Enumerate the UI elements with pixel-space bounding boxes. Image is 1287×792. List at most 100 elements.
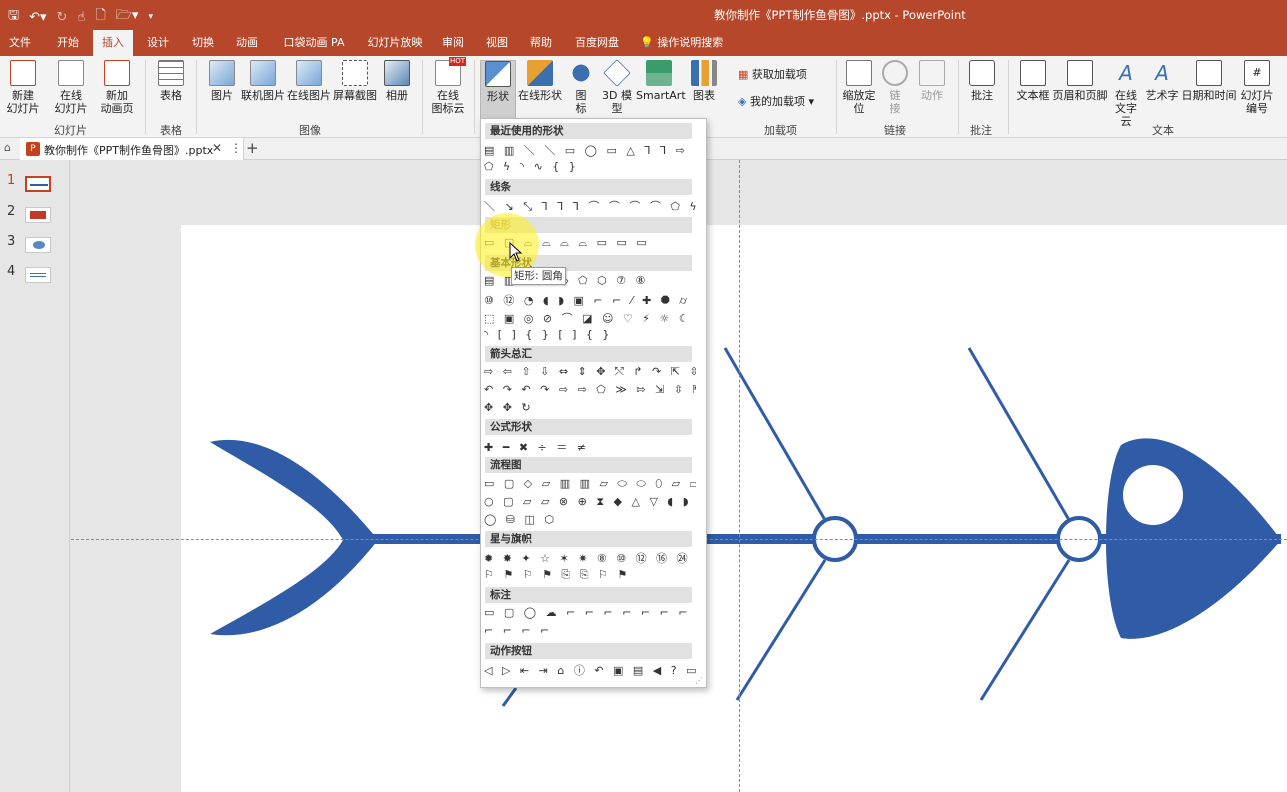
open-file-icon[interactable]: 🗁▾: [116, 6, 139, 28]
wordart-button[interactable]: A 艺术字: [1144, 60, 1180, 102]
get-addins-button[interactable]: ▦ 获取加载项: [738, 68, 828, 81]
tab-animations[interactable]: 动画: [227, 30, 267, 56]
shape-row-stars-2[interactable]: ⚐ ⚑ ⚐ ⚑ ⎘ ⎘ ⚐ ⚑: [484, 568, 696, 584]
shape-row-stars-1[interactable]: ✹ ✸ ✦ ☆ ✶ ✷ ⑧ ⑩ ⑫ ⑯ ㉔ ㉜: [484, 550, 696, 566]
shape-row-callouts-2[interactable]: ⌐ ⌐ ⌐ ⌐: [484, 624, 696, 640]
tab-home[interactable]: 开始: [48, 30, 88, 56]
shape-row-actions-1[interactable]: ◁ ▷ ⇤ ⇥ ⌂ ⓘ ↶ ▣ ▤ ◀ ? ▭: [484, 662, 696, 678]
smartart-label: SmartArt: [636, 89, 686, 102]
tab-design[interactable]: 设计: [138, 30, 178, 56]
redo-icon[interactable]: ↻: [57, 10, 68, 25]
comment-label: 批注: [971, 89, 993, 102]
document-tab[interactable]: P 教你制作《PPT制作鱼骨图》.pptx ✕ ⋮: [20, 138, 244, 160]
fish-bone-lower-0[interactable]: [501, 687, 518, 707]
category-recent: 最近使用的形状: [485, 123, 692, 139]
shape-row-flowchart-3[interactable]: ◯ ⛁ ◫ ⬡: [484, 513, 696, 529]
close-tab-icon[interactable]: ✕: [212, 141, 222, 155]
3d-model-button[interactable]: 3D 模 型: [600, 59, 634, 115]
online-icon-cloud-button[interactable]: HOT 在线 图标云: [428, 57, 468, 115]
group-divider: [474, 60, 475, 134]
shape-row-callouts-1[interactable]: ▭ ▢ ◯ ☁ ⌐ ⌐ ⌐ ⌐ ⌐ ⌐ ⌐ ⌐: [484, 606, 696, 622]
action-label: 动作: [921, 89, 943, 102]
icons-icon: [568, 60, 594, 86]
fish-tail-shape[interactable]: [210, 439, 378, 636]
online-picture-button[interactable]: 联机图片: [241, 60, 285, 102]
slide-number-label: 幻灯片 编号: [1240, 89, 1274, 115]
online-shapes-button[interactable]: 在线形状: [518, 60, 562, 102]
datetime-button[interactable]: 日期和时间: [1181, 60, 1237, 102]
3d-model-label: 3D 模 型: [602, 89, 632, 115]
online-picture2-button[interactable]: 在线图片: [287, 60, 331, 102]
online-text-cloud-button[interactable]: A 在线 文字云: [1110, 60, 1142, 128]
fish-bone-upper-1[interactable]: [723, 347, 827, 521]
my-addins-button[interactable]: ◈ 我的加载项 ▾: [738, 95, 828, 108]
undo-icon[interactable]: ↶▾: [29, 10, 46, 25]
category-lines: 线条: [485, 179, 692, 195]
comment-button[interactable]: 批注: [966, 60, 998, 102]
zoom-button[interactable]: 缩放定 位: [842, 60, 876, 115]
calendar-icon: [1196, 60, 1222, 86]
vertical-guide-line[interactable]: [739, 160, 740, 792]
tab-file[interactable]: 文件: [0, 30, 40, 56]
tab-pocket-animation[interactable]: 口袋动画 PA: [281, 30, 347, 56]
slide-thumbnail-4[interactable]: [25, 267, 51, 283]
picture-button[interactable]: 图片: [205, 60, 239, 102]
action-icon: [919, 60, 945, 86]
resize-grip-icon[interactable]: ⋰: [695, 676, 703, 685]
tell-me-search[interactable]: 💡 操作说明搜索: [640, 30, 723, 56]
shape-row-flowchart-1[interactable]: ▭ ▢ ◇ ▱ ▥ ▥ ▱ ⬭ ⬭ ⬯ ▱ ⏢: [484, 477, 696, 493]
slide-thumbnail-2[interactable]: [25, 207, 51, 223]
chart-button[interactable]: 图表: [688, 60, 720, 102]
new-file-icon[interactable]: 🗋: [95, 6, 105, 28]
fish-bone-lower-1[interactable]: [735, 559, 827, 701]
tab-baidu-netdisk[interactable]: 百度网盘: [571, 30, 623, 56]
tab-insert[interactable]: 插入: [93, 30, 133, 56]
shape-row-arrows-2[interactable]: ↶ ↷ ↶ ↷ ⇨ ⇨ ⬠ ≫ ⇰ ⇲ ⇳ ⇱: [484, 383, 696, 399]
tab-slideshow[interactable]: 幻灯片放映: [362, 30, 428, 56]
album-label: 相册: [386, 89, 408, 102]
fish-bone-lower-2[interactable]: [979, 559, 1071, 701]
shape-row-flowchart-2[interactable]: ○ ▢ ▱ ▱ ⊗ ⊕ ⧗ ◆ △ ▽ ◖ ◗: [484, 495, 696, 511]
screenshot-label: 屏幕截图: [333, 89, 377, 102]
shape-row-basic-4[interactable]: ◝ [ ] { } [ ] { }: [484, 328, 696, 344]
tab-more-icon[interactable]: ⋮: [230, 141, 242, 155]
smartart-button[interactable]: SmartArt: [636, 60, 686, 102]
icon-cloud-icon: HOT: [435, 57, 466, 86]
shape-row-arrows-1[interactable]: ⇨ ⇦ ⇧ ⇩ ⇔ ⇕ ✥ ⤲ ↱ ↷ ⇱ ⇳: [484, 365, 696, 381]
tab-view[interactable]: 视图: [477, 30, 517, 56]
fish-bone-upper-2[interactable]: [967, 347, 1071, 521]
category-action-buttons: 动作按钮: [485, 643, 692, 659]
new-anim-page-button[interactable]: 新加 动画页: [98, 60, 136, 115]
new-slide-button[interactable]: 新建 幻灯片: [4, 60, 42, 115]
textbox-button[interactable]: 文本框: [1016, 60, 1050, 102]
shape-row-lines-1[interactable]: ＼ ↘ ⤡ ⅂ ⅂ ⅂ ⌒ ⌒ ⌒ ⌒ ⬠ ϟ: [484, 198, 696, 214]
tab-transitions[interactable]: 切换: [183, 30, 223, 56]
home-tab-icon[interactable]: ⌂: [4, 141, 11, 154]
add-tab-icon[interactable]: +: [246, 139, 259, 157]
slide-thumbnail-3[interactable]: [25, 237, 51, 253]
shape-row-arrows-3[interactable]: ✥ ✥ ↻: [484, 401, 696, 417]
slide-thumbnail-1[interactable]: [25, 176, 51, 192]
shape-row-basic-2[interactable]: ⑩ ⑫ ◔ ◖ ◗ ▣ ⌐ ⌐ ⁄ ✚ ⯃ ⌭: [484, 292, 696, 308]
camera-icon: [342, 60, 368, 86]
touch-mode-icon[interactable]: ☝: [77, 10, 85, 25]
save-icon[interactable]: 🖫: [8, 6, 19, 28]
shape-row-recent-1[interactable]: ▤ ▥ ＼ ＼ ▭ ◯ ▭ △ ⅂ ⅂ ⇨ ⇩: [484, 142, 696, 158]
shapes-button[interactable]: 形状: [480, 60, 516, 122]
customize-qat-icon[interactable]: ▾: [148, 12, 153, 22]
online-slide-button[interactable]: 在线 幻灯片: [52, 60, 90, 115]
tab-review[interactable]: 审阅: [433, 30, 473, 56]
slide-number-button[interactable]: # 幻灯片 编号: [1238, 60, 1276, 115]
shape-row-equation-1[interactable]: ✚ ━ ✖ ÷ ＝ ≠: [484, 439, 696, 455]
icons-button[interactable]: 图 标: [566, 60, 596, 115]
tab-help[interactable]: 帮助: [521, 30, 561, 56]
table-button[interactable]: 表格: [156, 60, 186, 102]
shape-row-recent-2[interactable]: ⬠ ϟ ◝ ∿ { }: [484, 160, 696, 176]
cube-icon: [603, 59, 631, 87]
action-button[interactable]: 动作: [916, 60, 948, 102]
album-button[interactable]: 相册: [380, 60, 414, 102]
header-footer-button[interactable]: 页眉和页脚: [1052, 60, 1108, 102]
screenshot-button[interactable]: 屏幕截图: [333, 60, 377, 102]
shape-row-basic-3[interactable]: ⬚ ▣ ◎ ⊘ ⌒ ◪ ☺ ♡ ⚡ ☼ ☾ ☁: [484, 310, 696, 326]
link-button[interactable]: 链 接: [880, 60, 910, 115]
